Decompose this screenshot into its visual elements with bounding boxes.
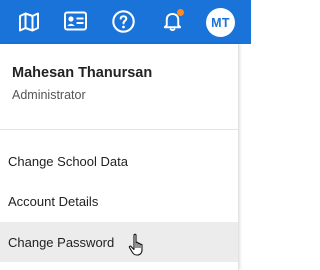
- help-circle-icon[interactable]: [110, 8, 136, 34]
- id-card-icon[interactable]: [62, 8, 88, 34]
- menu-item-change-password[interactable]: Change Password: [0, 222, 238, 262]
- notification-dot: [177, 9, 184, 16]
- user-info: Mahesan Thanursan Administrator: [12, 65, 152, 102]
- user-role: Administrator: [12, 88, 86, 102]
- menu-item-change-school-data[interactable]: Change School Data: [0, 141, 238, 181]
- top-navigation-bar: MT: [0, 0, 251, 44]
- account-dropdown-menu: Mahesan Thanursan Administrator Change S…: [0, 44, 239, 270]
- user-name: Mahesan Thanursan: [12, 65, 153, 81]
- divider: [0, 129, 238, 130]
- map-icon[interactable]: [16, 8, 42, 34]
- bell-icon[interactable]: [159, 8, 185, 34]
- menu-item-account-details[interactable]: Account Details: [0, 181, 238, 221]
- avatar[interactable]: MT: [206, 8, 235, 37]
- pointer-hand-icon: [128, 233, 148, 262]
